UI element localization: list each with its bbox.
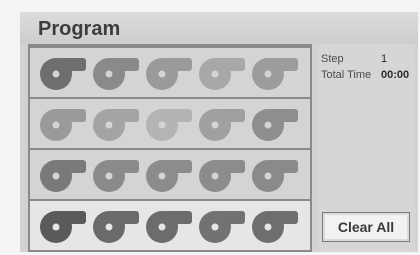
disc-icon[interactable] xyxy=(250,205,302,247)
disc-icon[interactable] xyxy=(144,154,196,196)
title-bar: Program xyxy=(20,12,418,44)
disc-icon[interactable] xyxy=(91,52,143,94)
disc-icon[interactable] xyxy=(91,205,143,247)
disc-icon[interactable] xyxy=(197,52,249,94)
program-row-1 xyxy=(30,48,310,97)
program-row-4 xyxy=(30,201,310,250)
program-grid xyxy=(28,44,312,252)
disc-icon[interactable] xyxy=(250,154,302,196)
disc-icon[interactable] xyxy=(91,154,143,196)
disc-icon[interactable] xyxy=(197,154,249,196)
disc-icon[interactable] xyxy=(38,154,90,196)
program-row-3 xyxy=(30,150,310,199)
disc-icon[interactable] xyxy=(197,103,249,145)
clear-all-label: Clear All xyxy=(337,219,395,235)
clear-all-button[interactable]: Clear All xyxy=(322,212,410,242)
disc-icon[interactable] xyxy=(38,205,90,247)
disc-icon[interactable] xyxy=(250,52,302,94)
step-value: 1 xyxy=(381,53,388,65)
disc-icon[interactable] xyxy=(197,205,249,247)
disc-icon[interactable] xyxy=(144,103,196,145)
disc-icon[interactable] xyxy=(91,103,143,145)
total-time-value: 00:00 xyxy=(381,69,410,81)
window-title: Program xyxy=(38,18,121,40)
step-label: Step xyxy=(321,53,344,65)
disc-icon[interactable] xyxy=(250,103,302,145)
total-time-label: Total Time xyxy=(321,69,372,81)
disc-icon[interactable] xyxy=(38,52,90,94)
disc-icon[interactable] xyxy=(144,52,196,94)
disc-icon[interactable] xyxy=(38,103,90,145)
disc-icon[interactable] xyxy=(144,205,196,247)
program-row-2 xyxy=(30,99,310,148)
